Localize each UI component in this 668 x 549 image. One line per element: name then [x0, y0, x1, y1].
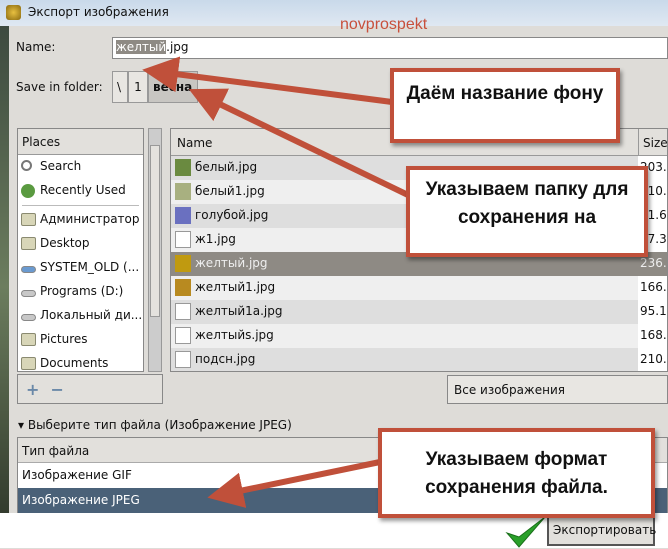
- arrow-to-name: [142, 56, 393, 105]
- callout-format: Указываем формат сохранения файла.: [378, 428, 655, 518]
- callout-folder: Указываем папку для сохранения на: [406, 166, 648, 257]
- arrow-to-format: [207, 459, 381, 508]
- arrow-to-folder: [188, 88, 410, 198]
- callout-name: Даём название фону: [390, 68, 620, 143]
